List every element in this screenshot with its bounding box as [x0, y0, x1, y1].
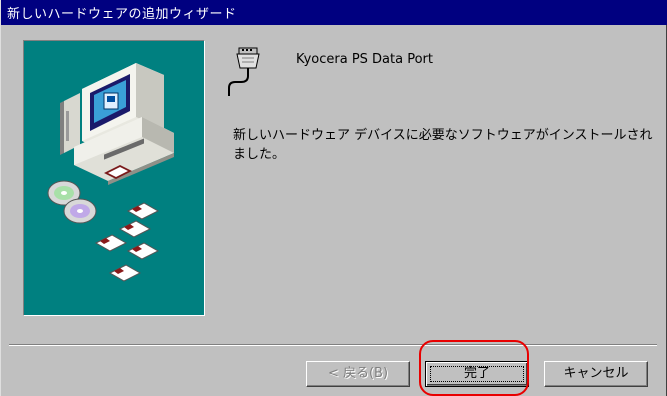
wizard-illustration [23, 40, 205, 316]
install-complete-message: 新しいハードウェア デバイスに必要なソフトウェアがインストールされました。 [233, 128, 653, 162]
button-separator [9, 344, 657, 346]
cancel-button[interactable]: キャンセル [544, 361, 648, 387]
title-bar[interactable]: 新しいハードウェアの追加ウィザード [1, 0, 667, 25]
wizard-window: 新しいハードウェアの追加ウィザード Kyocera PS Data Port 新… [0, 0, 667, 396]
device-name: Kyocera PS Data Port [296, 52, 433, 67]
finish-button-label: 完了 [463, 366, 490, 381]
computer-and-disks-illustration [47, 63, 174, 282]
back-button[interactable]: < 戻る(B) [306, 361, 410, 387]
finish-button[interactable]: 完了 [425, 361, 529, 387]
serial-port-connector-icon [227, 46, 267, 98]
window-title: 新しいハードウェアの追加ウィザード [7, 7, 237, 22]
